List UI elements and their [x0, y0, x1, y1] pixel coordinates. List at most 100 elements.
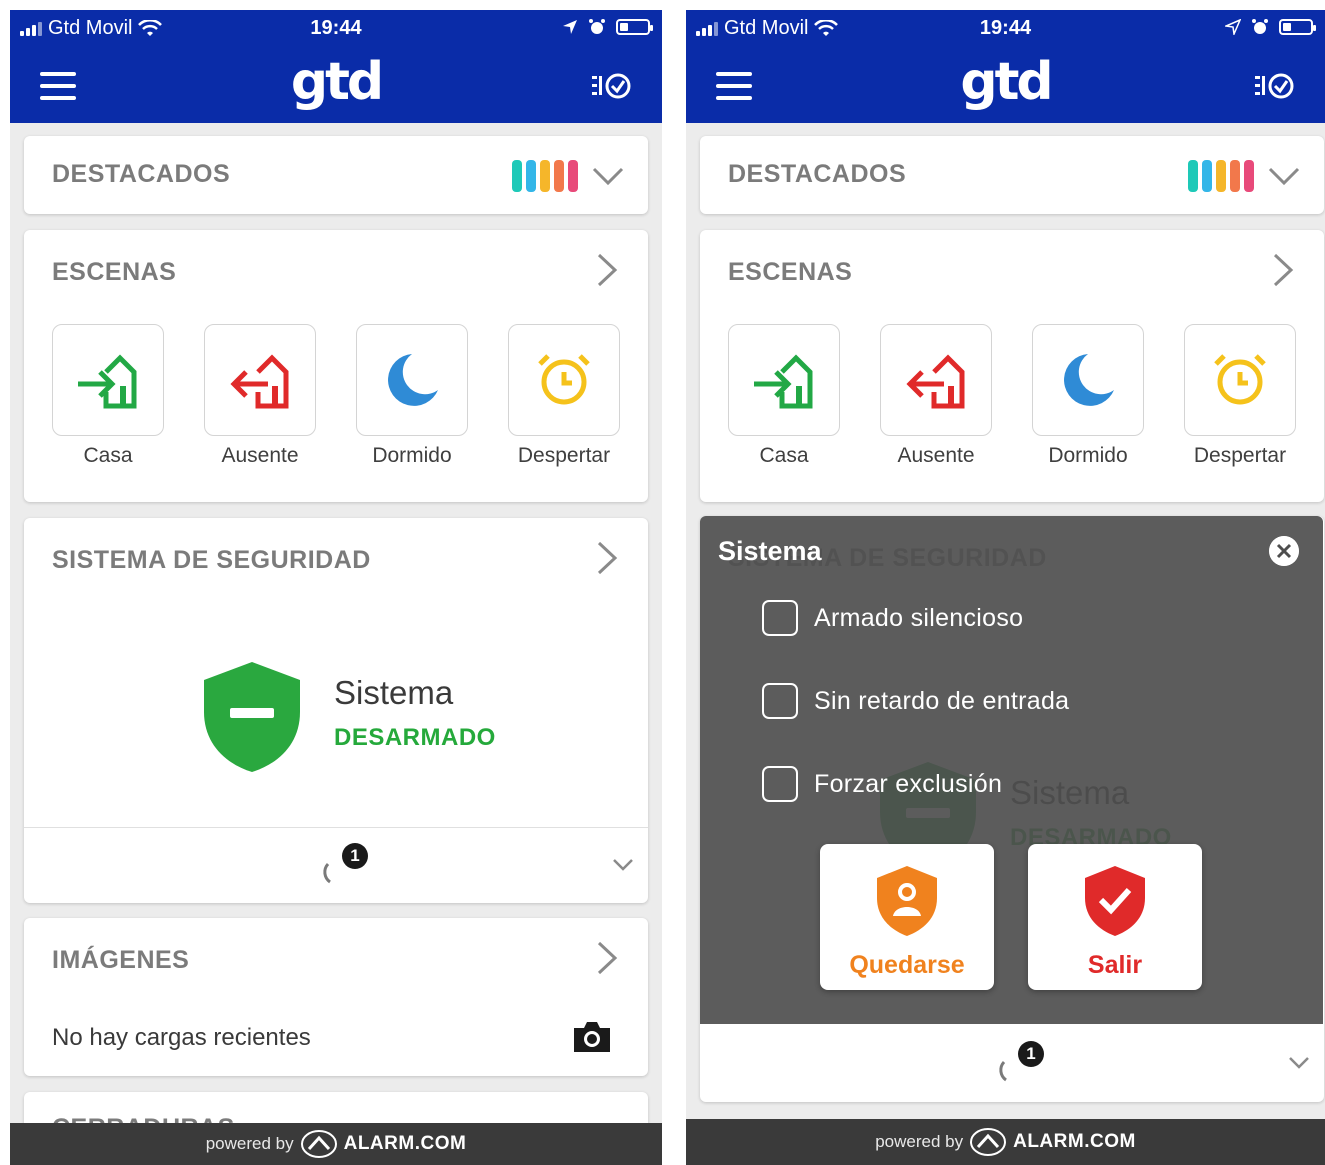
- card-escenas: ESCENAS Casa Ausente Dormido Despertar: [24, 230, 648, 502]
- color-bar-5: [1244, 160, 1254, 192]
- color-bar-3: [1216, 160, 1226, 192]
- arm-options-dialog: Sistema Armado silencioso Sin retardo de…: [700, 516, 1323, 1024]
- chevron-down-icon[interactable]: [612, 858, 634, 872]
- status-bar: Gtd Movil 19:44: [10, 10, 662, 48]
- system-name: Sistema: [334, 674, 454, 711]
- card-seguridad: SISTEMA DE SEGURIDAD Sistema DESARMADO 1: [24, 518, 648, 903]
- card-title-escenas: ESCENAS: [52, 258, 177, 286]
- phone-screen-home: Gtd Movil 19:44 gtd DESTACADOS ESCENAS C…: [10, 10, 662, 1165]
- app-header: gtd: [10, 48, 662, 123]
- option-forzar-exclusion[interactable]: Forzar exclusión: [762, 766, 1002, 802]
- arm-away-button[interactable]: Salir: [1028, 844, 1202, 990]
- dialog-title: Sistema: [718, 536, 822, 566]
- checkbox[interactable]: [762, 600, 798, 636]
- shield-check-icon: [1085, 866, 1145, 936]
- checkbox[interactable]: [762, 683, 798, 719]
- home-exit-icon: [230, 354, 289, 409]
- notification-badge: 1: [342, 843, 368, 869]
- scene-ausente[interactable]: Ausente: [880, 324, 992, 468]
- scene-label: Despertar: [1193, 444, 1287, 467]
- scene-label: Casa: [759, 444, 809, 467]
- scene-casa[interactable]: Casa: [728, 324, 840, 468]
- card-destacados[interactable]: DESTACADOS: [700, 136, 1324, 214]
- color-bar-5: [568, 160, 578, 192]
- option-armado-silencioso[interactable]: Armado silencioso: [762, 600, 1023, 636]
- battery-icon: [1279, 19, 1316, 35]
- scene-label: Dormido: [372, 444, 452, 467]
- chevron-right-icon[interactable]: [596, 252, 618, 288]
- stay-label: Quedarse: [849, 951, 965, 979]
- scene-casa[interactable]: Casa: [52, 324, 164, 468]
- scene-label: Despertar: [517, 444, 611, 467]
- home-enter-icon: [754, 354, 813, 409]
- checkbox[interactable]: [762, 766, 798, 802]
- alarm-brand-text: ALARM.COM: [1013, 1131, 1136, 1152]
- chevron-right-icon[interactable]: [1272, 252, 1294, 288]
- gtd-logo: gtd: [290, 52, 384, 112]
- scene-label: Ausente: [897, 444, 975, 467]
- tasks-check-icon[interactable]: [1253, 68, 1297, 104]
- chevron-right-icon[interactable]: [596, 940, 618, 976]
- option-label: Forzar exclusión: [814, 769, 1003, 798]
- card-title-imagenes: IMÁGENES: [52, 946, 190, 974]
- home-exit-icon: [906, 354, 965, 409]
- footer-powered-by: powered by ALARM.COM: [10, 1123, 662, 1165]
- color-bars-icon: [1188, 160, 1254, 192]
- card-escenas: ESCENAS Casa Ausente Dormido Despertar: [700, 230, 1324, 502]
- color-bar-4: [1230, 160, 1240, 192]
- card-destacados[interactable]: DESTACADOS: [24, 136, 648, 214]
- option-label: Sin retardo de entrada: [814, 686, 1070, 715]
- arm-stay-button[interactable]: Quedarse: [820, 844, 994, 990]
- alarm-logo-icon: [970, 1128, 1007, 1156]
- home-enter-icon: [78, 354, 137, 409]
- gtd-logo: gtd: [960, 52, 1053, 112]
- scene-ausente[interactable]: Ausente: [204, 324, 316, 468]
- color-bar-3: [540, 160, 550, 192]
- scene-dormido[interactable]: Dormido: [1032, 324, 1144, 468]
- scene-label: Casa: [83, 444, 133, 467]
- tasks-check-icon[interactable]: [590, 68, 634, 104]
- chevron-right-icon[interactable]: [596, 540, 618, 576]
- camera-icon[interactable]: [572, 1020, 612, 1054]
- color-bar-2: [1202, 160, 1212, 192]
- status-right: [1225, 18, 1316, 36]
- alarm-clock-status-icon: [589, 19, 605, 34]
- scene-label: Dormido: [1048, 444, 1128, 467]
- card-title-destacados: DESTACADOS: [728, 160, 907, 188]
- option-label: Armado silencioso: [814, 603, 1024, 632]
- notification-badge: 1: [1018, 1041, 1044, 1067]
- alarm-brand-text: ALARM.COM: [343, 1133, 467, 1154]
- alarm-clock-icon: [1214, 354, 1266, 405]
- status-right: [562, 18, 653, 36]
- card-title-seguridad: SISTEMA DE SEGURIDAD: [52, 546, 371, 574]
- moon-icon: [1064, 354, 1114, 406]
- phone-screen-arm-dialog: Gtd Movil 19:44 gtd DESTACADOS ESCENAS C…: [686, 10, 1325, 1165]
- card-title-escenas: ESCENAS: [728, 258, 853, 286]
- scene-despertar[interactable]: Despertar: [508, 324, 620, 468]
- scene-dormido[interactable]: Dormido: [356, 324, 468, 468]
- scene-label: Ausente: [221, 444, 299, 467]
- color-bar-2: [526, 160, 536, 192]
- moon-icon: [388, 354, 438, 406]
- location-arrow-icon: [1225, 19, 1241, 35]
- color-bars-icon: [512, 160, 578, 192]
- system-state: DESARMADO: [334, 724, 496, 751]
- shield-person-icon: [877, 866, 937, 936]
- color-bar-1: [1188, 160, 1198, 192]
- card-imagenes: IMÁGENES No hay cargas recientes: [24, 918, 648, 1076]
- chevron-down-icon[interactable]: [1288, 1056, 1310, 1070]
- alarm-clock-status-icon: [1252, 19, 1268, 34]
- scene-despertar[interactable]: Despertar: [1184, 324, 1296, 468]
- alarm-logo-icon: [300, 1130, 337, 1158]
- option-sin-retardo[interactable]: Sin retardo de entrada: [762, 683, 1069, 719]
- empty-uploads-text: No hay cargas recientes: [52, 1024, 311, 1051]
- footer-powered-by: powered by ALARM.COM: [686, 1119, 1325, 1165]
- close-icon[interactable]: [1269, 536, 1299, 566]
- chevron-down-icon[interactable]: [592, 166, 624, 186]
- chevron-down-icon[interactable]: [1268, 166, 1300, 186]
- location-arrow-icon: [563, 20, 577, 34]
- shield-disarmed-icon[interactable]: [202, 660, 302, 774]
- away-label: Salir: [1087, 951, 1143, 979]
- card-title-destacados: DESTACADOS: [52, 160, 231, 188]
- color-bar-4: [554, 160, 564, 192]
